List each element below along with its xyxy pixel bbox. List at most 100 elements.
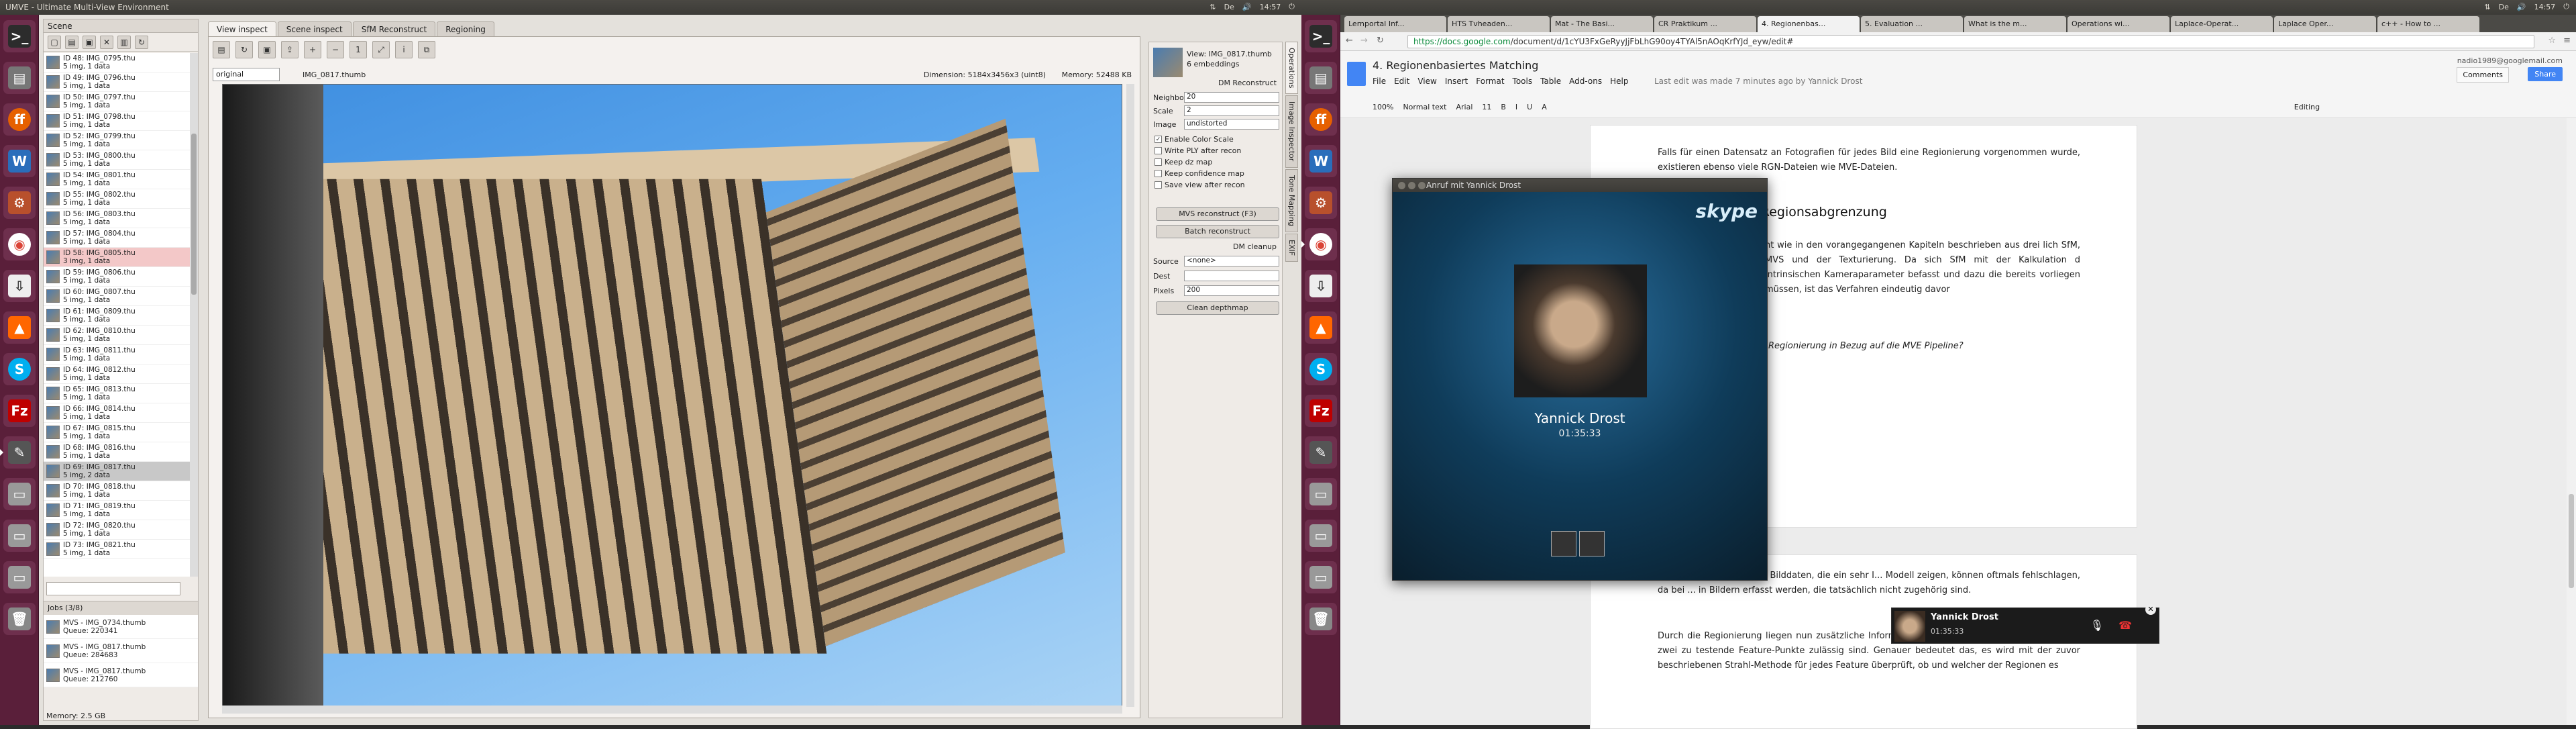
clean-depthmap-button[interactable]: Clean depthmap xyxy=(1156,301,1279,315)
tab-sfm-reconstruct[interactable]: SfM Reconstruct xyxy=(352,21,436,37)
trash-icon[interactable]: 🗑 xyxy=(1305,603,1337,635)
image-type-select[interactable]: original xyxy=(213,68,280,81)
view-list-item[interactable]: ID 65: IMG_0813.thu 5 img, 1 data xyxy=(44,384,190,403)
drive3-icon[interactable]: ▭ xyxy=(1305,561,1337,593)
checkbox[interactable] xyxy=(1155,158,1162,166)
checkbox-row[interactable]: Keep dz map xyxy=(1155,158,1212,166)
copy-icon[interactable]: ⧉ xyxy=(418,41,435,58)
menu-tools[interactable]: Tools xyxy=(1513,77,1533,86)
drive-icon[interactable]: ▭ xyxy=(3,478,36,510)
mvs-reconstruct-button[interactable]: MVS reconstruct (F3) xyxy=(1156,207,1279,221)
job-item[interactable]: MVS - IMG_0817.thumb Queue: 284683 xyxy=(44,639,198,663)
microphone-icon[interactable]: 🎙 xyxy=(2090,619,2104,632)
docs-scrollbar[interactable] xyxy=(2567,118,2576,725)
files-icon[interactable]: ▤ xyxy=(3,62,36,94)
terminal-icon[interactable]: >_ xyxy=(1305,20,1337,52)
zoom-out-icon[interactable]: − xyxy=(327,41,344,58)
clock-right[interactable]: 14:57 xyxy=(2534,3,2556,11)
tab-scene-inspect[interactable]: Scene inspect xyxy=(277,21,352,37)
settings-icon[interactable]: ⚙ xyxy=(3,187,36,219)
chrome-icon[interactable]: ◉ xyxy=(3,228,36,260)
view-list-item[interactable]: ID 52: IMG_0799.thu 5 img, 1 data xyxy=(44,131,190,150)
toolbar-item[interactable]: Editing xyxy=(2294,103,2320,111)
dest-input[interactable] xyxy=(1184,271,1279,281)
drive3-icon[interactable]: ▭ xyxy=(3,561,36,593)
menu-help[interactable]: Help xyxy=(1610,77,1628,86)
pixels-input[interactable]: 200 xyxy=(1184,285,1279,296)
view-list-item[interactable]: ID 62: IMG_0810.thu 5 img, 1 data xyxy=(44,326,190,345)
toolbar-item[interactable]: 100% xyxy=(1373,103,1393,111)
address-bar[interactable]: https://docs.google.com/document/d/1cYU3… xyxy=(1407,35,2534,48)
toolbar-item[interactable]: U xyxy=(1527,103,1532,111)
browser-tab[interactable]: HTS Tvheaden... xyxy=(1448,16,1550,32)
checkbox[interactable] xyxy=(1155,147,1162,154)
power-icon[interactable]: ⏻ xyxy=(1289,2,1295,11)
neighbors-input[interactable]: 20 xyxy=(1184,92,1279,103)
drive2-icon[interactable]: ▭ xyxy=(3,520,36,552)
side-tab-exif[interactable]: EXIF xyxy=(1285,233,1298,262)
checkbox[interactable] xyxy=(1155,170,1162,177)
menu-file[interactable]: File xyxy=(1373,77,1386,86)
new-icon[interactable]: ▢ xyxy=(48,36,61,49)
refresh-icon[interactable]: ↻ xyxy=(135,36,148,49)
browser-tab[interactable]: Mat - The Basi... xyxy=(1551,16,1653,32)
browser-tab[interactable]: Laplace-Operat... xyxy=(2171,16,2273,32)
last-edit[interactable]: Last edit was made 7 minutes ago by Yann… xyxy=(1654,77,1862,86)
zoom-fit-icon[interactable]: ⤢ xyxy=(372,41,390,58)
open-icon[interactable]: ▤ xyxy=(65,36,78,49)
updates-icon[interactable]: ⇩ xyxy=(1305,270,1337,302)
keyboard-icon[interactable]: De xyxy=(2499,3,2509,11)
star-icon[interactable]: ☆ xyxy=(2548,36,2556,46)
updates-icon[interactable]: ⇩ xyxy=(3,270,36,302)
drive2-icon[interactable]: ▭ xyxy=(1305,520,1337,552)
view-list-item[interactable]: ID 66: IMG_0814.thu 5 img, 1 data xyxy=(44,403,190,423)
network-icon[interactable]: ⇅ xyxy=(1210,3,1216,11)
view-list-item[interactable]: ID 48: IMG_0795.thu 5 img, 1 data xyxy=(44,53,190,72)
hangup-icon[interactable]: ☎ xyxy=(2118,619,2132,632)
reload-icon[interactable]: ↻ xyxy=(235,41,253,58)
browser-tab[interactable]: CR Praktikum ... xyxy=(1654,16,1756,32)
maximize-icon[interactable] xyxy=(1418,182,1426,189)
cache-icon[interactable]: ▥ xyxy=(117,36,131,49)
view-list[interactable]: ID 48: IMG_0795.thu 5 img, 1 data ID 49: I… xyxy=(44,53,190,577)
menu-format[interactable]: Format xyxy=(1476,77,1504,86)
toolbar-item[interactable]: 11 xyxy=(1482,103,1491,111)
share-button[interactable]: Share xyxy=(2528,67,2563,81)
menu-insert[interactable]: Insert xyxy=(1445,77,1468,86)
view-list-item[interactable]: ID 70: IMG_0818.thu 5 img, 1 data xyxy=(44,481,190,501)
checkbox-row[interactable]: ✓ Enable Color Scale xyxy=(1155,135,1234,144)
terminal-icon[interactable]: >_ xyxy=(3,20,36,52)
view-list-item[interactable]: ID 64: IMG_0812.thu 5 img, 1 data xyxy=(44,364,190,384)
forward-icon[interactable]: → xyxy=(1360,36,1368,46)
menu-table[interactable]: Table xyxy=(1540,77,1561,86)
volume-icon[interactable]: 🔊 xyxy=(2517,3,2526,11)
skype-icon[interactable]: S xyxy=(1305,353,1337,385)
browser-tab[interactable]: What is the m... xyxy=(1964,16,2066,32)
job-item[interactable]: MVS - IMG_0817.thumb Queue: 212760 xyxy=(44,663,198,687)
tab-regioning[interactable]: Regioning xyxy=(437,21,494,37)
view-list-item[interactable]: ID 69: IMG_0817.thu 5 img, 2 data xyxy=(44,462,190,481)
toolbar-item[interactable]: Arial xyxy=(1456,103,1472,111)
tab-view-inspect[interactable]: View inspect xyxy=(208,21,276,37)
browser-tab[interactable]: Operations wi... xyxy=(2068,16,2169,32)
view-list-item[interactable]: ID 56: IMG_0803.thu 5 img, 1 data xyxy=(44,209,190,228)
filezilla-icon[interactable]: Fz xyxy=(3,395,36,427)
checkbox[interactable] xyxy=(1155,181,1162,189)
browser-tab[interactable]: 5. Evaluation ... xyxy=(1861,16,1963,32)
back-icon[interactable]: ← xyxy=(1346,36,1353,46)
keyboard-icon[interactable]: De xyxy=(1224,3,1234,11)
view-list-item[interactable]: ID 57: IMG_0804.thu 5 img, 1 data xyxy=(44,228,190,248)
view-list-item[interactable]: ID 58: IMG_0805.thu 3 img, 1 data xyxy=(44,248,190,267)
zoom-reset-icon[interactable]: 1 xyxy=(350,41,367,58)
close-icon[interactable]: ✕ xyxy=(2145,604,2156,615)
writer-icon[interactable]: W xyxy=(3,145,36,177)
self-video-icon[interactable] xyxy=(1551,531,1576,556)
toolbar-item[interactable]: I xyxy=(1515,103,1517,111)
side-tab-tone-mapping[interactable]: Tone Mapping xyxy=(1285,168,1298,232)
image-select[interactable]: undistorted xyxy=(1184,119,1279,130)
checkbox-row[interactable]: Keep confidence map xyxy=(1155,169,1244,178)
view-list-item[interactable]: ID 63: IMG_0811.thu 5 img, 1 data xyxy=(44,345,190,364)
view-list-item[interactable]: ID 54: IMG_0801.thu 5 img, 1 data xyxy=(44,170,190,189)
power-icon[interactable]: ⏻ xyxy=(2563,2,2569,11)
docs-logo-icon[interactable] xyxy=(1347,62,1366,86)
